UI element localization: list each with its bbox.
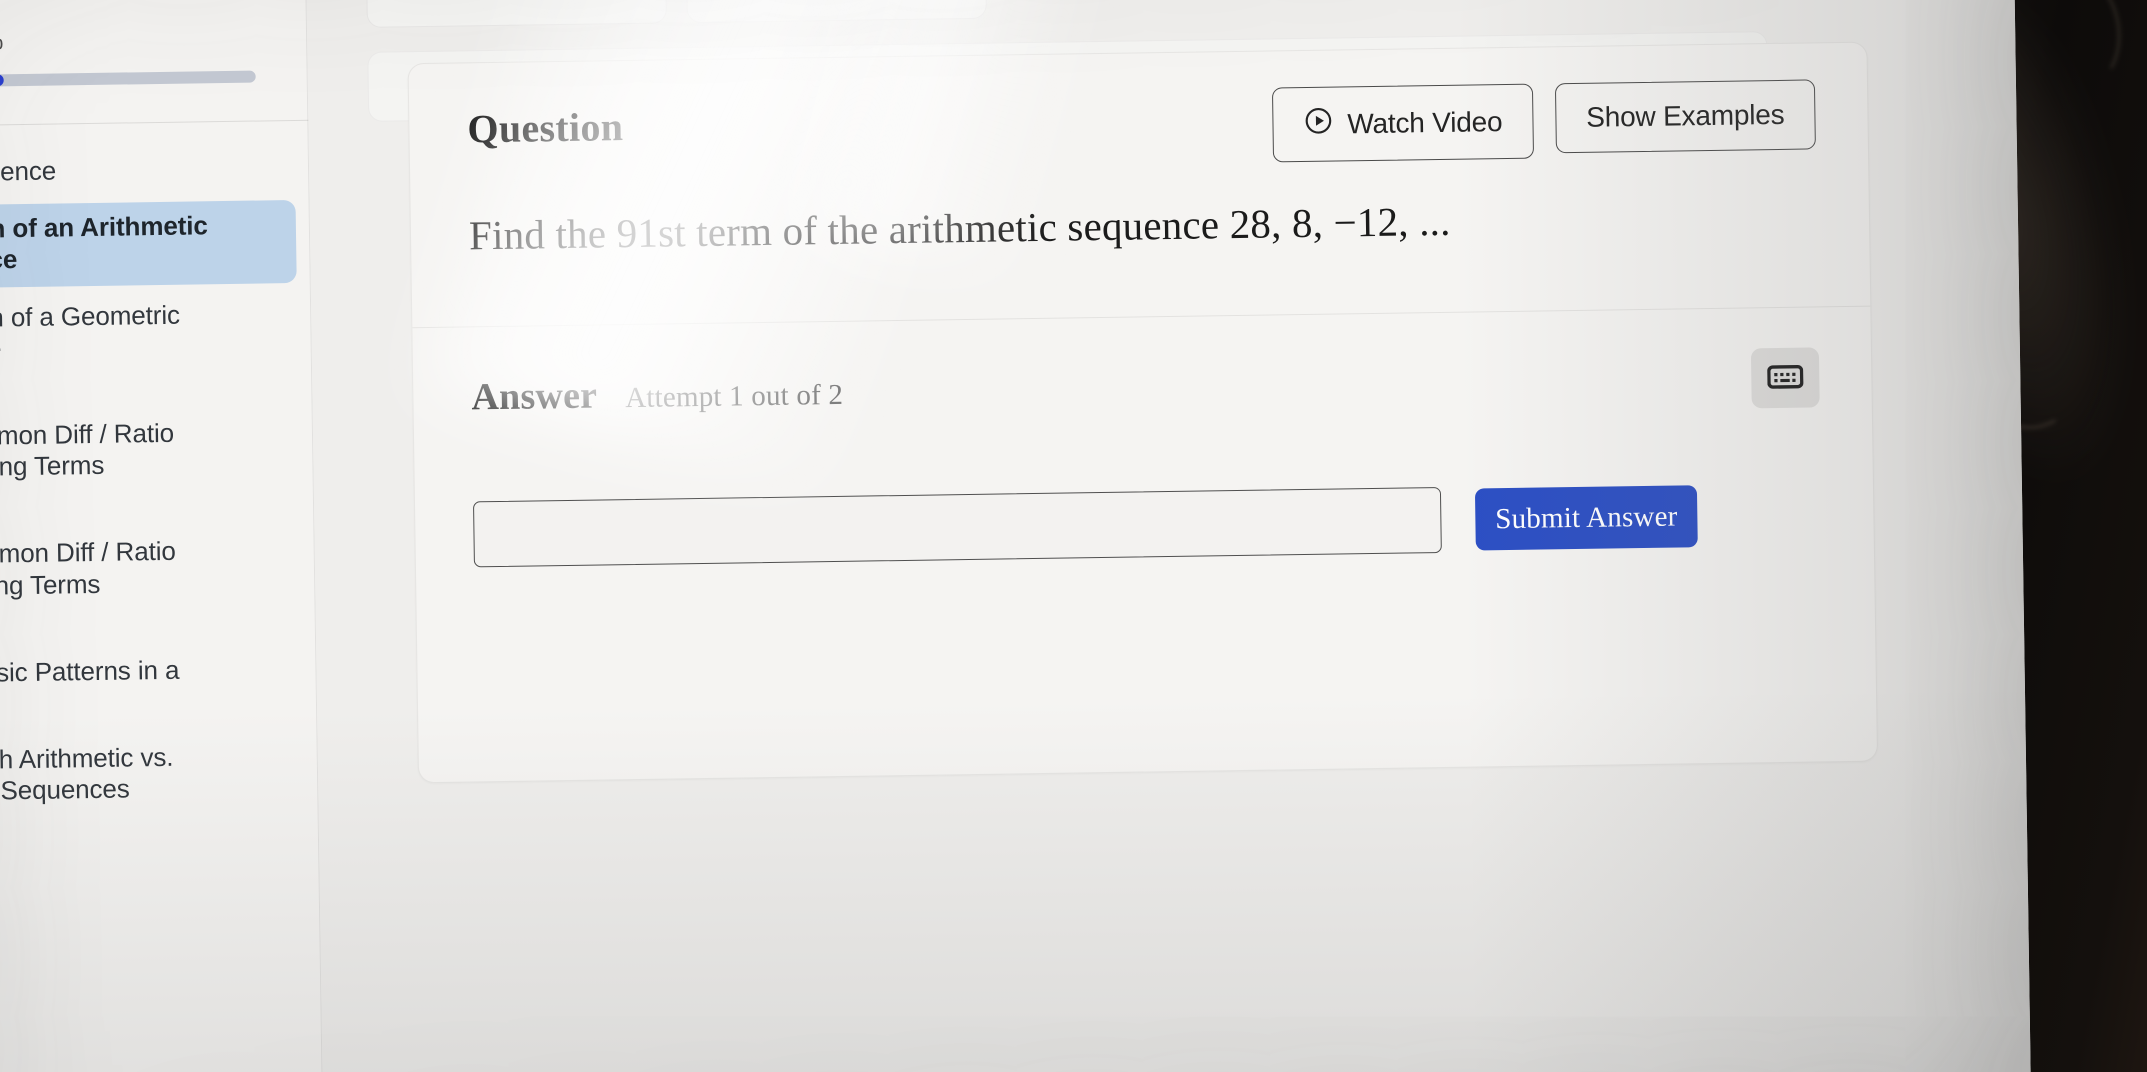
sidebar-item[interactable]: ommon Diff / Ratio issing Terms — [0, 407, 300, 495]
sidebar-item-label: ommon Diff / Ratio — [0, 536, 176, 570]
sidebar-item[interactable]: equence — [0, 143, 295, 200]
question-header: Question Watch Video Show Examples — [409, 43, 1868, 176]
answer-header: Answer Attempt 1 out of 2 — [471, 347, 1820, 427]
math-keyboard-button[interactable] — [1750, 347, 1820, 409]
progress-bar — [0, 70, 256, 88]
watch-video-label: Watch Video — [1347, 105, 1503, 139]
sidebar-item-label: uish Arithmetic vs. — [0, 741, 174, 775]
main-content: Question Watch Video Show Examples Find … — [305, 0, 2032, 1072]
sidebar-item-label: Basic Patterns in a — [0, 654, 180, 688]
sidebar-item-list: equence erm of an Arithmetic ence erm of a … — [0, 143, 319, 818]
sidebar-item-label: ssing Terms — [0, 568, 101, 601]
sidebar: % equence erm of an Arithmetic ence erm of … — [0, 0, 324, 1072]
question-card: Question Watch Video Show Examples Find … — [407, 41, 1879, 784]
top-skeleton-placeholders — [365, 0, 1788, 122]
answer-input-row: Submit Answer — [473, 481, 1822, 568]
sidebar-item-label: equence — [0, 155, 57, 187]
progress-bar-fill — [0, 74, 4, 88]
sidebar-item[interactable]: erm of a Geometricnce — [0, 289, 298, 377]
attempt-counter: Attempt 1 out of 2 — [624, 378, 844, 415]
watch-video-button[interactable]: Watch Video — [1271, 83, 1534, 163]
sidebar-item-label: issing Terms — [0, 449, 105, 483]
answer-input[interactable] — [473, 487, 1442, 568]
submit-answer-button[interactable]: Submit Answer — [1474, 485, 1698, 551]
sidebar-item-label: erm of a Geometric — [0, 299, 181, 333]
sidebar-item[interactable]: Basic Patterns in a — [0, 644, 303, 701]
screen-surface: % equence erm of an Arithmetic ence erm of … — [0, 0, 2032, 1072]
play-circle-icon — [1303, 106, 1334, 143]
answer-label: Answer — [471, 374, 598, 419]
sidebar-item-label: ence — [0, 244, 18, 276]
sidebar-item-label: ric Sequences — [0, 773, 130, 806]
sidebar-item[interactable]: erm of an Arithmetic ence — [0, 200, 297, 289]
photo-of-screen: % equence erm of an Arithmetic ence erm of … — [0, 0, 2147, 1072]
show-examples-label: Show Examples — [1586, 98, 1785, 133]
sidebar-item-label: nce — [0, 329, 280, 365]
progress-percent-label: % — [0, 27, 4, 56]
show-examples-button[interactable]: Show Examples — [1554, 79, 1816, 154]
sidebar-item[interactable]: uish Arithmetic vs.ric Sequences — [0, 731, 305, 819]
keyboard-icon — [1767, 363, 1804, 393]
sidebar-item-label: ommon Diff / Ratio — [0, 417, 175, 451]
sidebar-item-label: erm of an Arithmetic — [0, 210, 208, 245]
page-title: Question — [467, 104, 624, 152]
sidebar-separator — [0, 119, 319, 127]
answer-section: Answer Attempt 1 out of 2 Submit Answer — [412, 305, 1875, 631]
answer-header-left: Answer Attempt 1 out of 2 — [471, 370, 843, 420]
sidebar-item[interactable]: ommon Diff / Ratio ssing Terms — [0, 525, 302, 613]
question-actions: Watch Video Show Examples — [1271, 79, 1816, 163]
